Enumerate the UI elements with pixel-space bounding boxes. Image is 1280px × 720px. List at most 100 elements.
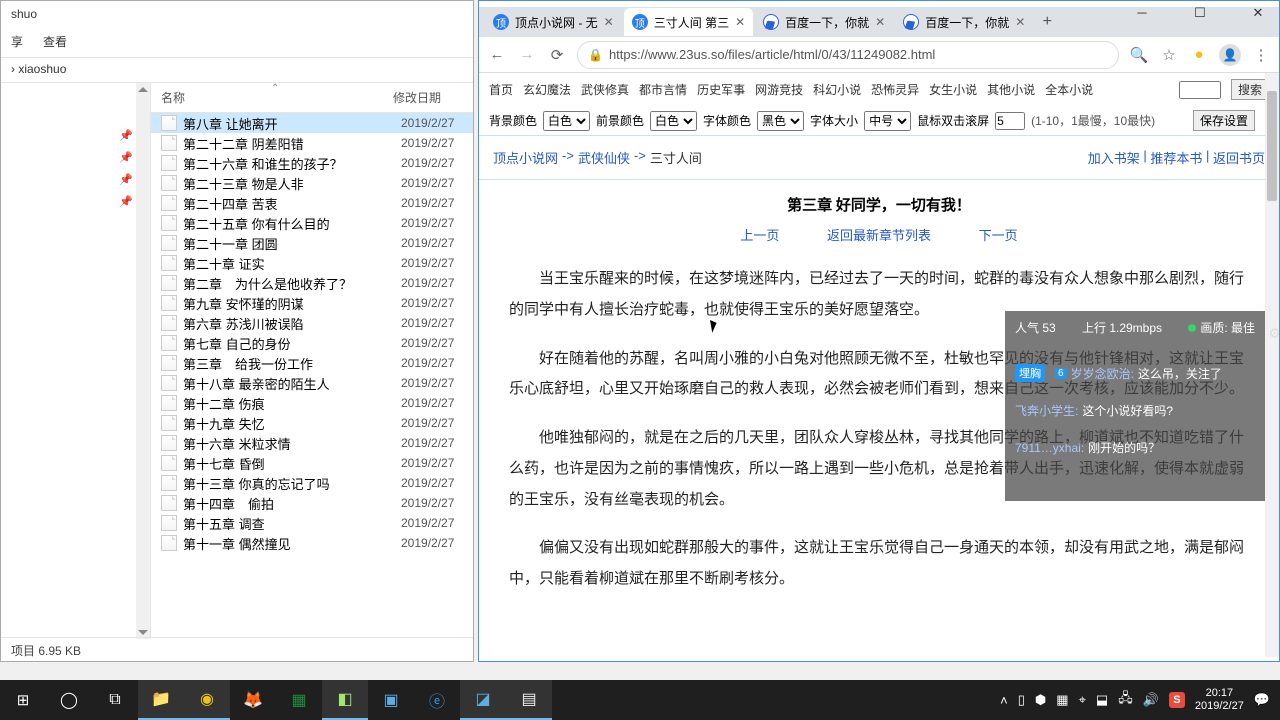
forward-button[interactable]: → (517, 46, 537, 63)
nav-link[interactable]: 武侠修真 (581, 81, 629, 98)
profile-avatar[interactable]: 👤 (1219, 44, 1241, 66)
tab-close-icon[interactable]: ✕ (735, 15, 745, 29)
file-row[interactable]: 第二十三章 物是人非2019/2/27 (151, 173, 473, 193)
taskbar-app2[interactable]: ◪ (460, 680, 506, 720)
taskbar-firefox[interactable]: 🦊 (230, 680, 276, 720)
site-search-button[interactable]: 搜索 (1231, 79, 1269, 100)
recommend-link[interactable]: 推荐本书 (1150, 148, 1202, 167)
action-center-icon[interactable]: 💬 (1254, 692, 1270, 708)
file-row[interactable]: 第八章 让她离开2019/2/27 (151, 113, 473, 133)
nav-scrollbar[interactable] (136, 83, 150, 639)
taskbar-app[interactable]: ▣ (368, 680, 414, 720)
next-page-link[interactable]: 下一页 (979, 228, 1018, 243)
col-date[interactable]: 修改日期 (393, 89, 441, 106)
file-row[interactable]: 第七章 自己的身份2019/2/27 (151, 333, 473, 353)
browser-tab[interactable]: 百度一下，你就✕ (755, 8, 893, 36)
file-row[interactable]: 第二十二章 阴差阳错2019/2/27 (151, 133, 473, 153)
search-icon[interactable]: 🔍 (1129, 46, 1149, 64)
cortana-button[interactable]: ◯ (46, 680, 92, 720)
file-row[interactable]: 第十三章 你真的忘记了吗2019/2/27 (151, 473, 473, 493)
add-shelf-link[interactable]: 加入书架 (1088, 148, 1140, 167)
tray-icon[interactable]: ▯ (1018, 692, 1025, 708)
file-row[interactable]: 第二十六章 和谁生的孩子？2019/2/27 (151, 153, 473, 173)
return-link[interactable]: 返回书页 (1213, 148, 1265, 167)
nav-link[interactable]: 其他小说 (987, 81, 1035, 98)
save-settings-button[interactable]: 保存设置 (1193, 110, 1255, 131)
file-row[interactable]: 第十七章 昏倒2019/2/27 (151, 453, 473, 473)
file-row[interactable]: 第二十四章 苦衷2019/2/27 (151, 193, 473, 213)
reload-button[interactable]: ⟳ (547, 46, 567, 64)
tab-close-icon[interactable]: ✕ (1015, 15, 1025, 29)
nav-link[interactable]: 首页 (489, 81, 513, 98)
file-row[interactable]: 第二章 为什么是他收养了？2019/2/27 (151, 273, 473, 293)
nav-link[interactable]: 女生小说 (929, 81, 977, 98)
tray-icon[interactable]: ⬓ (1096, 692, 1108, 708)
tray-volume-icon[interactable]: 🔊 (1143, 692, 1159, 708)
bookmark-star-icon[interactable]: ☆ (1159, 46, 1179, 64)
taskbar-pycharm[interactable]: ◧ (322, 680, 368, 720)
menu-icon[interactable]: ⋮ (1251, 46, 1271, 64)
tray-ime-icon[interactable]: S (1169, 692, 1185, 708)
browser-tab[interactable]: 顶顶点小说网 - 无✕ (485, 8, 622, 36)
font-size-select[interactable]: 中号 (864, 111, 911, 131)
file-row[interactable]: 第二十一章 团圆2019/2/27 (151, 233, 473, 253)
taskbar-explorer[interactable]: 📁 (138, 680, 184, 720)
column-headers[interactable]: ⌃ 名称 修改日期 (151, 83, 473, 113)
maximize-button[interactable]: ☐ (1185, 5, 1215, 21)
back-button[interactable]: ← (487, 46, 507, 63)
bg-color-select[interactable]: 白色 (543, 111, 590, 131)
crumb-cat[interactable]: 武侠仙侠 (578, 148, 630, 167)
tray-network-icon[interactable]: 🖧 (1118, 689, 1133, 711)
nav-link[interactable]: 科幻小说 (813, 81, 861, 98)
crumb-home[interactable]: 顶点小说网 (493, 148, 558, 167)
nav-link[interactable]: 恐怖灵异 (871, 81, 919, 98)
tray-icon[interactable]: ⬢ (1035, 692, 1046, 708)
file-row[interactable]: 第六章 苏浅川被误陷2019/2/27 (151, 313, 473, 333)
file-row[interactable]: 第十五章 调查2019/2/27 (151, 513, 473, 533)
taskbar-ie[interactable]: ⓔ (414, 680, 460, 720)
toolbar-item[interactable]: 享 (11, 33, 23, 53)
fg-color-select[interactable]: 白色 (650, 111, 697, 131)
taskbar-clock[interactable]: 20:172019/2/27 (1195, 687, 1244, 713)
task-view-button[interactable]: ⧉ (92, 680, 138, 720)
tab-close-icon[interactable]: ✕ (875, 15, 885, 29)
file-row[interactable]: 第十一章 偶然撞见2019/2/27 (151, 533, 473, 553)
address-bar[interactable]: 🔒 https://www.23us.so/files/article/html… (577, 41, 1119, 69)
prev-page-link[interactable]: 上一页 (740, 228, 779, 243)
browser-tab[interactable]: 顶三寸人间 第三✕ (624, 8, 753, 36)
nav-link[interactable]: 网游竞技 (755, 81, 803, 98)
chapter-list-link[interactable]: 返回最新章节列表 (827, 228, 931, 243)
taskbar-excel[interactable]: ▦ (276, 680, 322, 720)
taskbar-chrome[interactable]: ◉ (184, 680, 230, 720)
file-row[interactable]: 第九章 安怀瑾的阴谋2019/2/27 (151, 293, 473, 313)
file-row[interactable]: 第十九章 失忆2019/2/27 (151, 413, 473, 433)
file-row[interactable]: 第十二章 伤痕2019/2/27 (151, 393, 473, 413)
file-row[interactable]: 第二十五章 你有什么目的2019/2/27 (151, 213, 473, 233)
font-color-select[interactable]: 黑色 (757, 111, 804, 131)
tray-up-icon[interactable]: ˄ (1000, 693, 1008, 708)
page-scrollbar[interactable] (1265, 73, 1279, 657)
file-row[interactable]: 第二十章 证实2019/2/27 (151, 253, 473, 273)
tab-close-icon[interactable]: ✕ (604, 15, 614, 29)
extension-icon[interactable]: ● (1189, 46, 1209, 63)
toolbar-item[interactable]: 查看 (43, 33, 67, 53)
site-search-input[interactable] (1179, 81, 1221, 99)
scroll-speed-input[interactable] (995, 112, 1025, 130)
tray-icon[interactable]: ▦ (1056, 692, 1068, 708)
file-row[interactable]: 第十八章 最亲密的陌生人2019/2/27 (151, 373, 473, 393)
overlay-gear-icon[interactable]: ⚙ (1268, 325, 1279, 342)
file-row[interactable]: 第十六章 米粒求情2019/2/27 (151, 433, 473, 453)
explorer-address[interactable]: › xiaoshuo (1, 57, 473, 83)
browser-tab[interactable]: 百度一下，你就✕ (895, 8, 1033, 36)
taskbar-notepad[interactable]: ▤ (506, 680, 552, 720)
close-button[interactable]: ✕ (1243, 5, 1273, 21)
file-row[interactable]: 第十四章 偷拍2019/2/27 (151, 493, 473, 513)
minimize-button[interactable]: ─ (1127, 5, 1157, 21)
file-row[interactable]: 第三章 给我一份工作2019/2/27 (151, 353, 473, 373)
start-button[interactable]: ⊞ (0, 680, 46, 720)
nav-link[interactable]: 全本小说 (1045, 81, 1093, 98)
new-tab-button[interactable]: + (1035, 13, 1059, 31)
tray-icon[interactable]: ⌖ (1079, 692, 1086, 708)
nav-link[interactable]: 都市言情 (639, 81, 687, 98)
nav-link[interactable]: 历史军事 (697, 81, 745, 98)
